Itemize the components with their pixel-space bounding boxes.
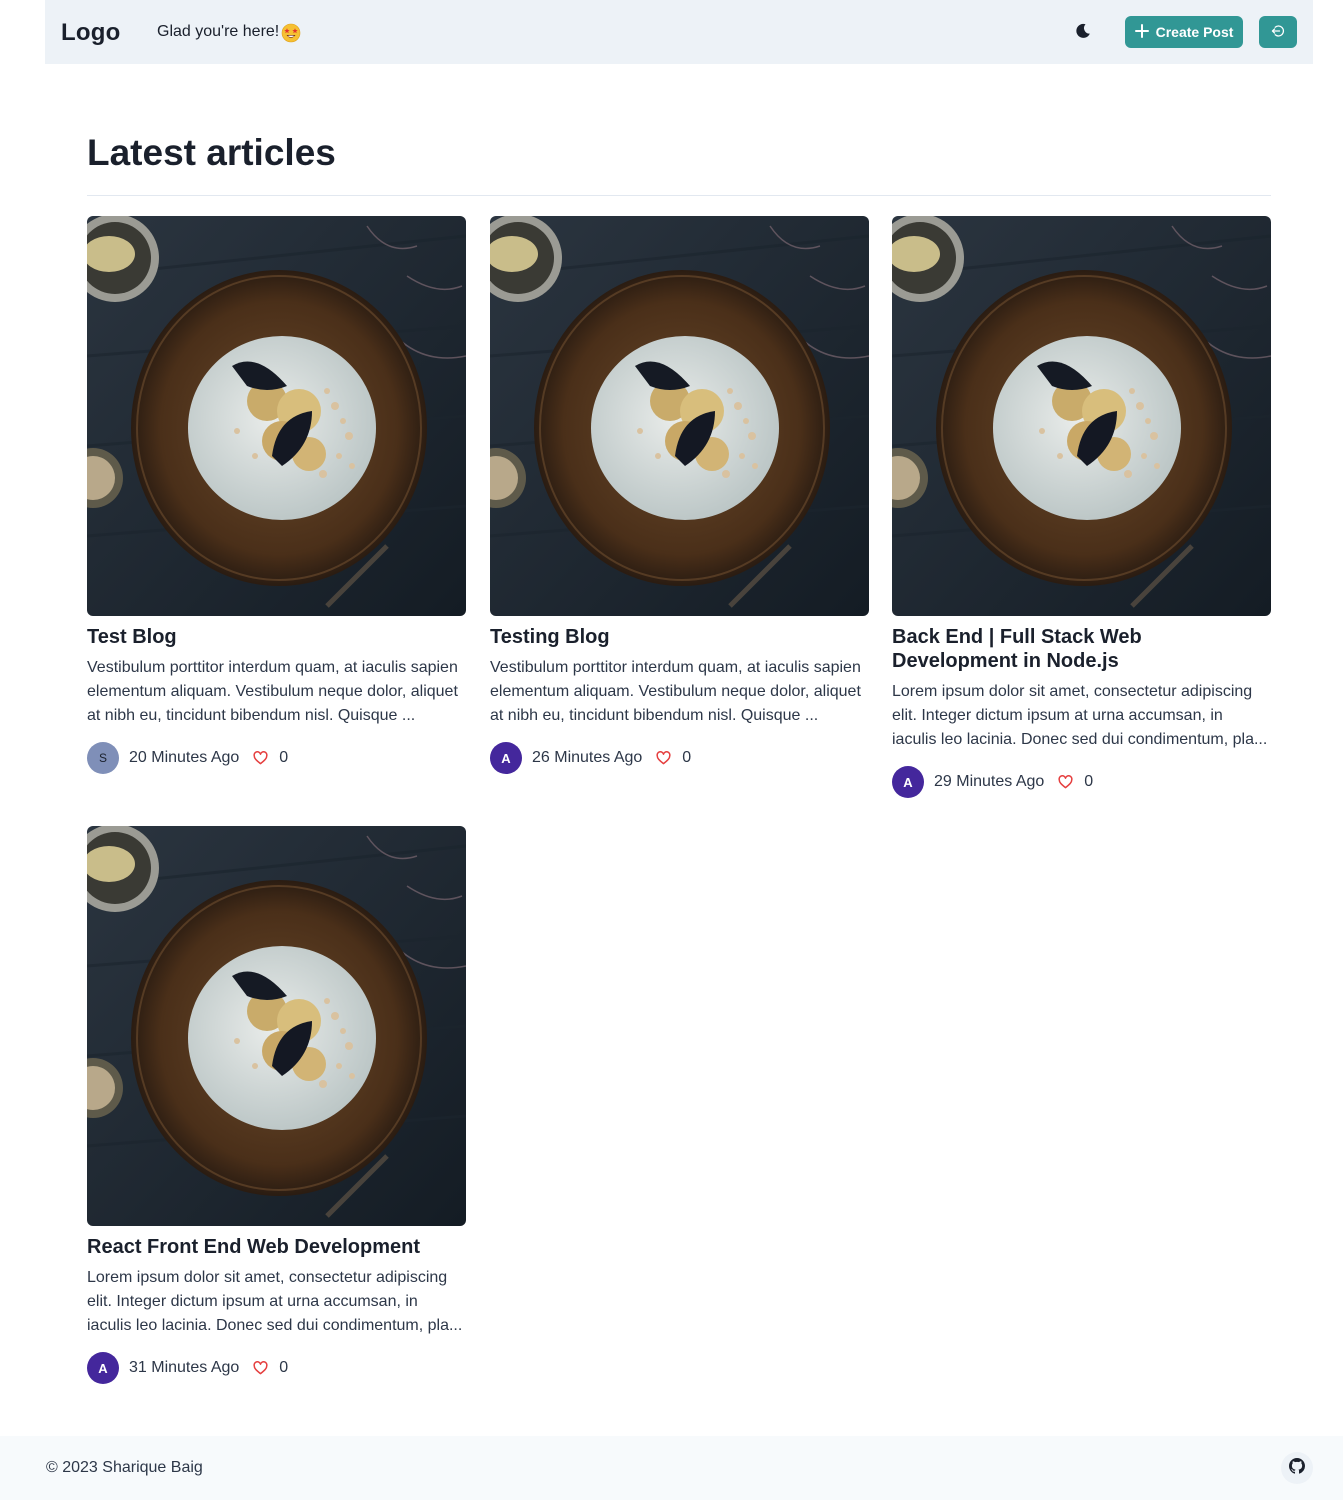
article-excerpt: Lorem ipsum dolor sit amet, consectetur …	[892, 683, 1268, 748]
like-count: 0	[279, 749, 289, 766]
heart-icon[interactable]	[1056, 773, 1074, 791]
plus-icon	[1134, 23, 1149, 41]
article-cover-image[interactable]	[490, 216, 869, 616]
article-cover-image[interactable]	[87, 216, 466, 616]
article-meta: A 31 Minutes Ago 0	[87, 1352, 466, 1384]
article-card[interactable]: Back End | Full Stack Web Development in…	[892, 216, 1271, 798]
article-card[interactable]: React Front End Web Development Lorem ip…	[87, 826, 466, 1384]
page-title: Latest articles	[87, 132, 336, 173]
article-card[interactable]: Testing Blog Vestibulum porttitor interd…	[490, 216, 869, 774]
heart-icon[interactable]	[251, 749, 269, 767]
author-avatar: A	[490, 742, 522, 774]
post-time: 26 Minutes Ago	[532, 749, 643, 766]
article-title[interactable]: Back End | Full Stack Web Development in…	[892, 625, 1271, 673]
author-avatar: S	[87, 742, 119, 774]
heart-icon[interactable]	[251, 1359, 269, 1377]
article-excerpt: Vestibulum porttitor interdum quam, at i…	[87, 659, 458, 724]
article-meta: A 26 Minutes Ago 0	[490, 742, 869, 774]
greeting-text: Glad you're here!	[157, 23, 280, 40]
heart-icon[interactable]	[654, 749, 672, 767]
avatar-initial: A	[98, 1360, 108, 1376]
article-meta: A 29 Minutes Ago 0	[892, 766, 1271, 798]
logout-button[interactable]	[1259, 16, 1297, 48]
article-title[interactable]: Test Blog	[87, 625, 466, 649]
post-time: 29 Minutes Ago	[934, 773, 1045, 790]
top-navbar: Logo Glad you're here! Create Post	[45, 0, 1313, 64]
avatar-initial: A	[903, 774, 913, 790]
star-struck-emoji-icon	[281, 23, 301, 43]
article-title[interactable]: React Front End Web Development	[87, 1235, 466, 1259]
post-time: 20 Minutes Ago	[129, 749, 240, 766]
create-post-label: Create Post	[1155, 24, 1234, 40]
avatar-initial: A	[501, 750, 511, 766]
like-count: 0	[279, 1359, 289, 1376]
theme-toggle-button[interactable]	[1067, 16, 1099, 48]
logout-icon	[1271, 24, 1285, 41]
create-post-button[interactable]: Create Post	[1125, 16, 1243, 48]
author-avatar: A	[87, 1352, 119, 1384]
avatar-initial: S	[98, 751, 107, 765]
article-excerpt: Vestibulum porttitor interdum quam, at i…	[490, 659, 861, 724]
greeting: Glad you're here!	[157, 22, 301, 43]
footer: © 2023 Sharique Baig	[0, 1436, 1343, 1500]
article-title[interactable]: Testing Blog	[490, 625, 869, 649]
logo[interactable]: Logo	[61, 19, 120, 47]
article-excerpt: Lorem ipsum dolor sit amet, consectetur …	[87, 1269, 463, 1334]
post-time: 31 Minutes Ago	[129, 1359, 240, 1376]
divider	[87, 195, 1271, 196]
author-avatar: A	[892, 766, 924, 798]
article-cover-image[interactable]	[87, 826, 466, 1226]
github-icon	[1289, 1457, 1305, 1479]
like-count: 0	[682, 749, 692, 766]
article-cover-image[interactable]	[892, 216, 1271, 616]
like-count: 0	[1084, 773, 1094, 790]
copyright-text: © 2023 Sharique Baig	[46, 1459, 203, 1476]
moon-icon	[1075, 23, 1091, 42]
article-card[interactable]: Test Blog Vestibulum porttitor interdum …	[87, 216, 466, 774]
github-link[interactable]	[1281, 1452, 1313, 1484]
article-meta: S 20 Minutes Ago 0	[87, 742, 466, 774]
